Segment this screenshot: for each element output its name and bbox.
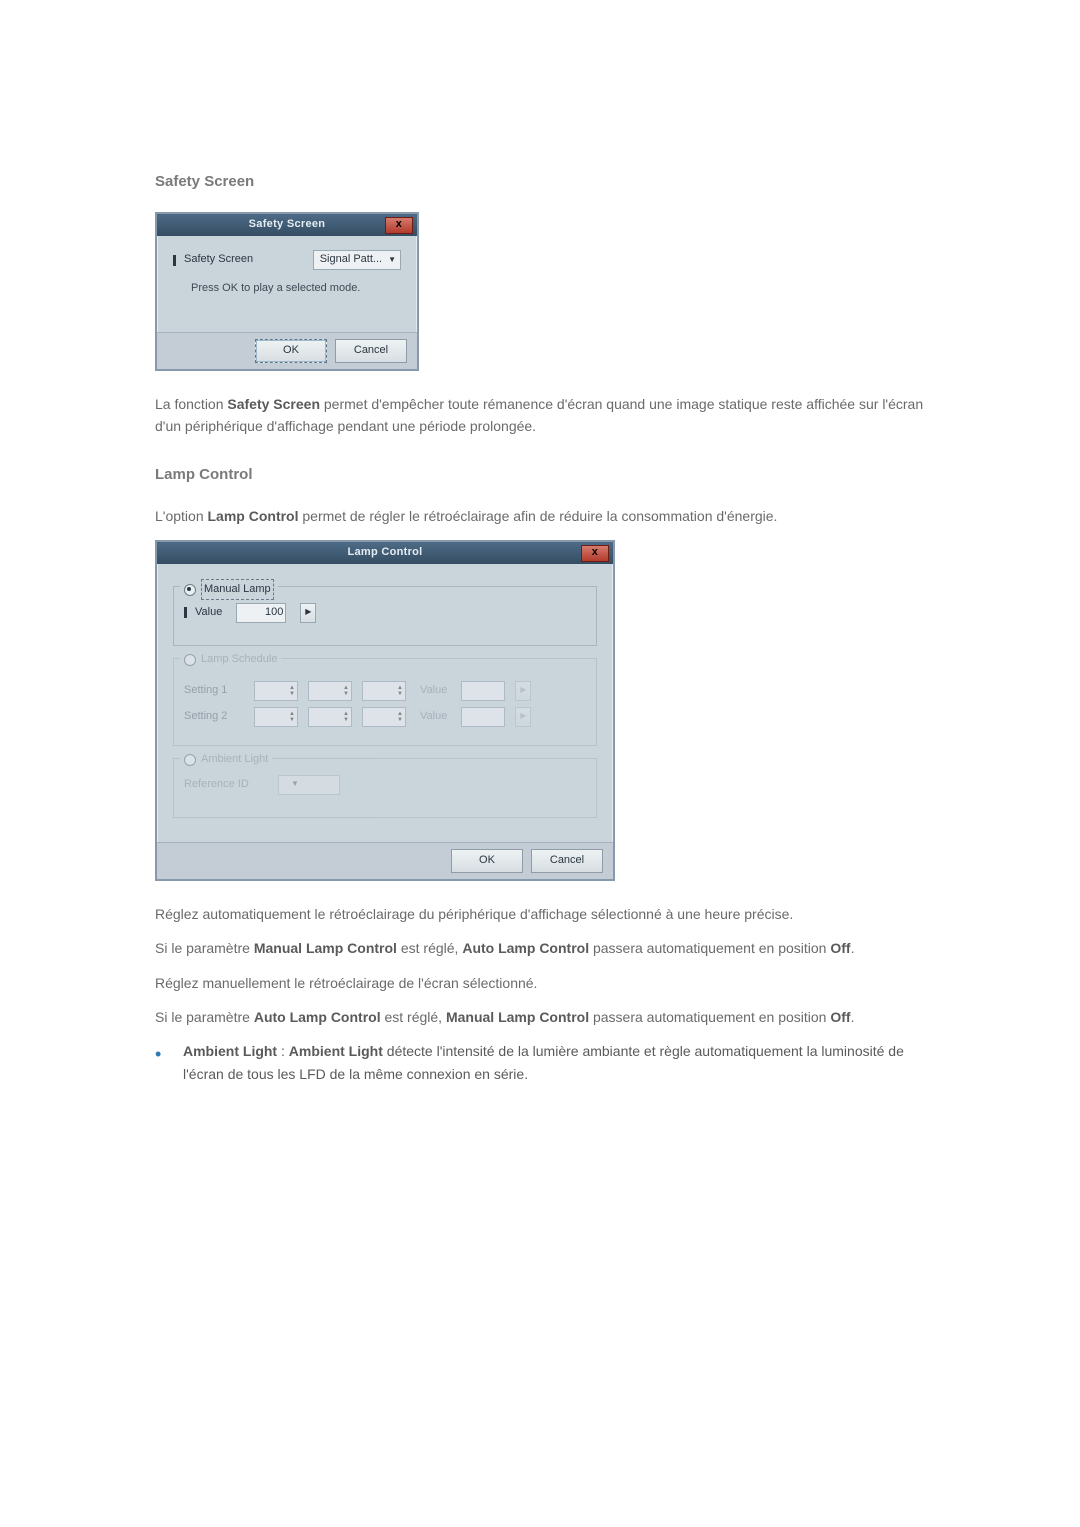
setting2-value-spinner (461, 707, 505, 727)
slider-right-icon: ▶ (515, 681, 531, 701)
chevron-down-icon: ▼ (388, 254, 396, 267)
para-auto-backlight: Réglez automatiquement le rétroéclairage… (155, 903, 925, 925)
ambient-light-bullet: Ambient Light : Ambient Light détecte l'… (155, 1040, 925, 1085)
cancel-button[interactable]: Cancel (335, 339, 407, 363)
safety-screen-dialog: Safety Screen x Safety Screen Signal Pat… (155, 212, 419, 371)
setting2-hour-spinner: ▲▼ (254, 707, 298, 727)
setting1-value-label: Value (420, 682, 447, 700)
ambient-light-group: Ambient Light Reference ID ▼ (173, 758, 597, 818)
safety-screen-description: La fonction Safety Screen permet d'empêc… (155, 393, 925, 438)
heading-safety-screen: Safety Screen (155, 170, 925, 194)
setting1-label: Setting 1 (184, 682, 244, 700)
reference-id-dropdown: ▼ (278, 775, 340, 795)
setting1-hour-spinner: ▲▼ (254, 681, 298, 701)
reference-id-label: Reference ID (184, 776, 264, 794)
para-manual-backlight: Réglez manuellement le rétroéclairage de… (155, 972, 925, 994)
manual-lamp-group: Manual Lamp Value 100 ▶ (173, 586, 597, 646)
value-label: Value (184, 604, 222, 622)
setting1-ampm-spinner: ▲▼ (362, 681, 406, 701)
ok-button[interactable]: OK (255, 339, 327, 363)
lamp-schedule-group: Lamp Schedule Setting 1 ▲▼ ▲▼ ▲▼ Value ▶… (173, 658, 597, 746)
lamp-schedule-radio[interactable] (184, 654, 196, 666)
setting1-value-spinner (461, 681, 505, 701)
cancel-button[interactable]: Cancel (531, 849, 603, 873)
safety-screen-dropdown[interactable]: Signal Patt... ▼ (313, 250, 401, 270)
setting2-value-label: Value (420, 708, 447, 726)
lamp-control-dialog: Lamp Control x Manual Lamp Value 100 ▶ (155, 540, 615, 881)
lamp-control-intro: L'option Lamp Control permet de régler l… (155, 505, 925, 527)
close-icon[interactable]: x (385, 217, 413, 234)
setting1-min-spinner: ▲▼ (308, 681, 352, 701)
manual-lamp-radio[interactable] (184, 584, 196, 596)
value-number: 100 (265, 604, 283, 622)
safety-dialog-titlebar: Safety Screen x (157, 214, 417, 236)
setting2-label: Setting 2 (184, 708, 244, 726)
setting2-min-spinner: ▲▼ (308, 707, 352, 727)
safety-screen-field-label: Safety Screen (173, 251, 253, 269)
lamp-schedule-legend: Lamp Schedule (201, 651, 277, 669)
manual-lamp-legend: Manual Lamp (201, 579, 274, 601)
chevron-down-icon: ▼ (291, 778, 299, 791)
safety-hint-text: Press OK to play a selected mode. (191, 280, 401, 298)
close-icon[interactable]: x (581, 545, 609, 562)
slider-right-icon[interactable]: ▶ (300, 603, 316, 623)
heading-lamp-control: Lamp Control (155, 463, 925, 487)
ambient-light-legend: Ambient Light (201, 751, 268, 769)
ambient-light-radio[interactable] (184, 754, 196, 766)
setting2-ampm-spinner: ▲▼ (362, 707, 406, 727)
para-auto-manual-off: Si le paramètre Auto Lamp Control est ré… (155, 1006, 925, 1028)
value-spinner[interactable]: 100 (236, 603, 286, 623)
para-manual-auto-off: Si le paramètre Manual Lamp Control est … (155, 937, 925, 959)
lamp-dialog-titlebar: Lamp Control x (157, 542, 613, 564)
safety-dialog-title: Safety Screen (249, 216, 326, 234)
lamp-dialog-title: Lamp Control (347, 544, 422, 562)
dropdown-value: Signal Patt... (320, 251, 382, 269)
ok-button[interactable]: OK (451, 849, 523, 873)
slider-right-icon: ▶ (515, 707, 531, 727)
